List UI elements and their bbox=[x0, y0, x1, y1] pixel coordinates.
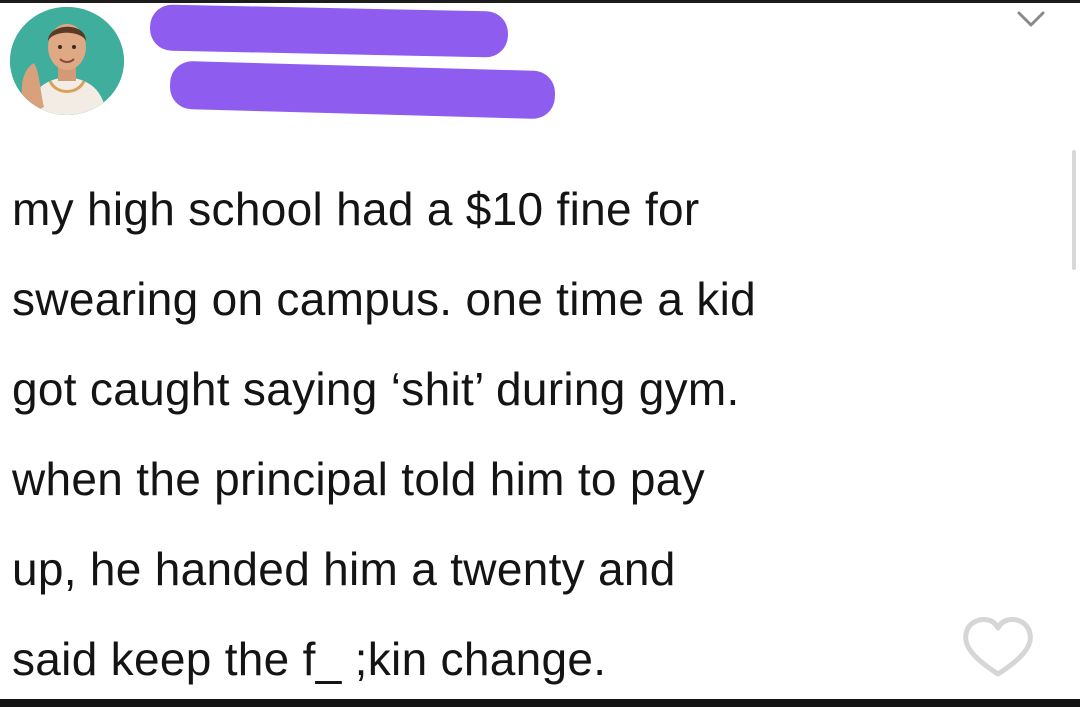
scrollbar[interactable] bbox=[1072, 150, 1076, 270]
screen-top-edge bbox=[0, 0, 1080, 3]
avatar-image bbox=[10, 7, 124, 115]
chevron-down-icon bbox=[1017, 11, 1045, 27]
tweet-text: my high school had a $10 fine for sweari… bbox=[12, 183, 757, 685]
redacted-display-name bbox=[149, 4, 509, 58]
heart-outline-icon bbox=[963, 617, 1033, 677]
tweet-menu-button[interactable] bbox=[1014, 4, 1048, 34]
redacted-username bbox=[169, 60, 556, 120]
screen-bottom-edge bbox=[0, 699, 1080, 707]
like-button[interactable] bbox=[958, 612, 1038, 682]
avatar[interactable] bbox=[10, 7, 124, 115]
